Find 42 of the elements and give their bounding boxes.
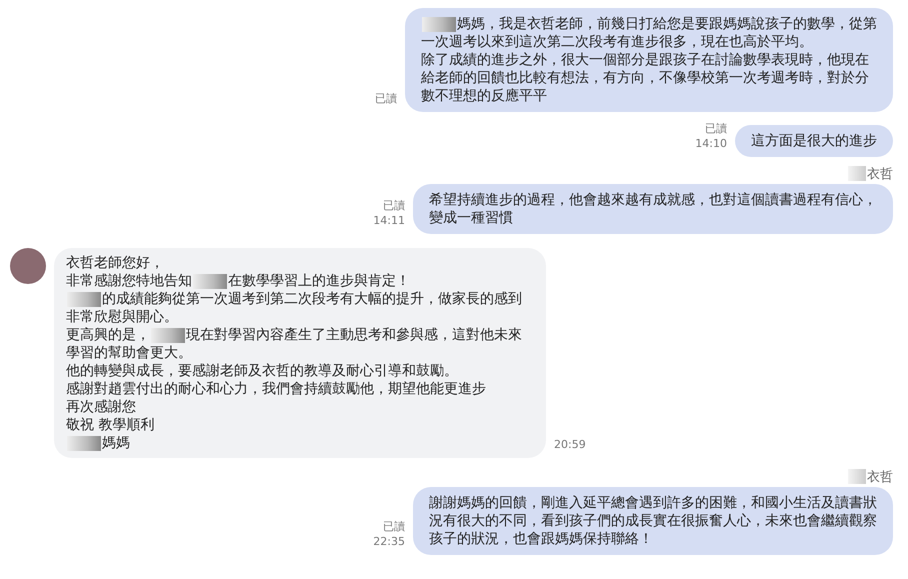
message-text: 一次週考以來到這次第二次段考有進步很多，現在也高於平均。 xyxy=(421,33,813,51)
message-text: 媽媽 xyxy=(102,434,130,452)
redacted-block xyxy=(422,16,456,32)
message-text: 敬祝 教學順利 xyxy=(66,416,154,434)
message-text: 他的轉變與成長，要感謝老師及衣哲的教導及耐心引導和鼓勵。 xyxy=(66,362,458,380)
message-text: 感謝對趙雲付出的耐心和心力，我們會持續鼓勵他，期望他能更進步 xyxy=(66,380,486,398)
redacted-block xyxy=(848,166,866,181)
message-text: 給老師的回饋也比較有想法，有方向，不像學校第一次考週考時，對於分 xyxy=(421,69,869,87)
sender-name: 衣哲 xyxy=(867,468,893,486)
message-text: 數不理想的反應平平 xyxy=(421,87,547,105)
read-receipt: 已讀 xyxy=(375,91,397,106)
redacted-block xyxy=(67,292,101,306)
message-text: 孩子的狀況，也會跟媽媽保持聯絡！ xyxy=(429,530,653,548)
redacted-block xyxy=(151,328,185,342)
read-receipt: 已讀 xyxy=(705,121,727,136)
message-text: 希望持續進步的過程，他會越來越有成就感，也對這個讀書過程有信心， xyxy=(429,191,877,209)
message-text: 況有很大的不同，看到孩子們的成長實在很振奮人心，未來也會繼續觀察 xyxy=(429,512,877,530)
message-text: 非常感謝您特地告知 xyxy=(66,272,192,290)
message-time: 20:59 xyxy=(554,437,586,452)
message-text: 在數學學習上的進步與肯定！ xyxy=(228,272,410,290)
message-text: 這方面是很大的進步 xyxy=(751,132,877,150)
message-time: 22:35 xyxy=(373,534,405,549)
sender-name: 衣哲 xyxy=(867,166,893,182)
message-text: 現在對學習內容產生了主動思考和參與感，這對他未來 xyxy=(186,326,522,344)
redacted-block xyxy=(848,469,866,484)
message-text: 衣哲老師您好， xyxy=(66,254,164,272)
message-time: 14:10 xyxy=(695,136,727,151)
message-text: 的成績能夠從第一次週考到第二次段考有大幅的提升，做家長的感到 xyxy=(102,290,522,308)
read-receipt: 已讀 xyxy=(383,519,405,534)
avatar[interactable] xyxy=(10,248,46,284)
message-time: 14:11 xyxy=(373,213,405,228)
message-text: 再次感謝您 xyxy=(66,398,136,416)
message-text: 學習的幫助會更大。 xyxy=(66,344,192,362)
message-text: 媽媽，我是衣哲老師，前幾日打給您是要跟媽媽說孩子的數學，從第 xyxy=(457,15,877,33)
redacted-block xyxy=(67,436,101,450)
message-text: 變成一種習慣 xyxy=(429,209,513,227)
read-receipt: 已讀 xyxy=(383,198,405,213)
message-text: 非常欣慰與開心。 xyxy=(66,308,178,326)
message-text: 除了成績的進步之外，很大一個部分是跟孩子在討論數學表現時，他現在 xyxy=(421,51,869,69)
message-text: 更高興的是， xyxy=(66,326,150,344)
redacted-block xyxy=(193,274,227,288)
message-text: 謝謝媽媽的回饋，剛進入延平總會遇到許多的困難，和國小生活及讀書狀 xyxy=(429,494,877,512)
